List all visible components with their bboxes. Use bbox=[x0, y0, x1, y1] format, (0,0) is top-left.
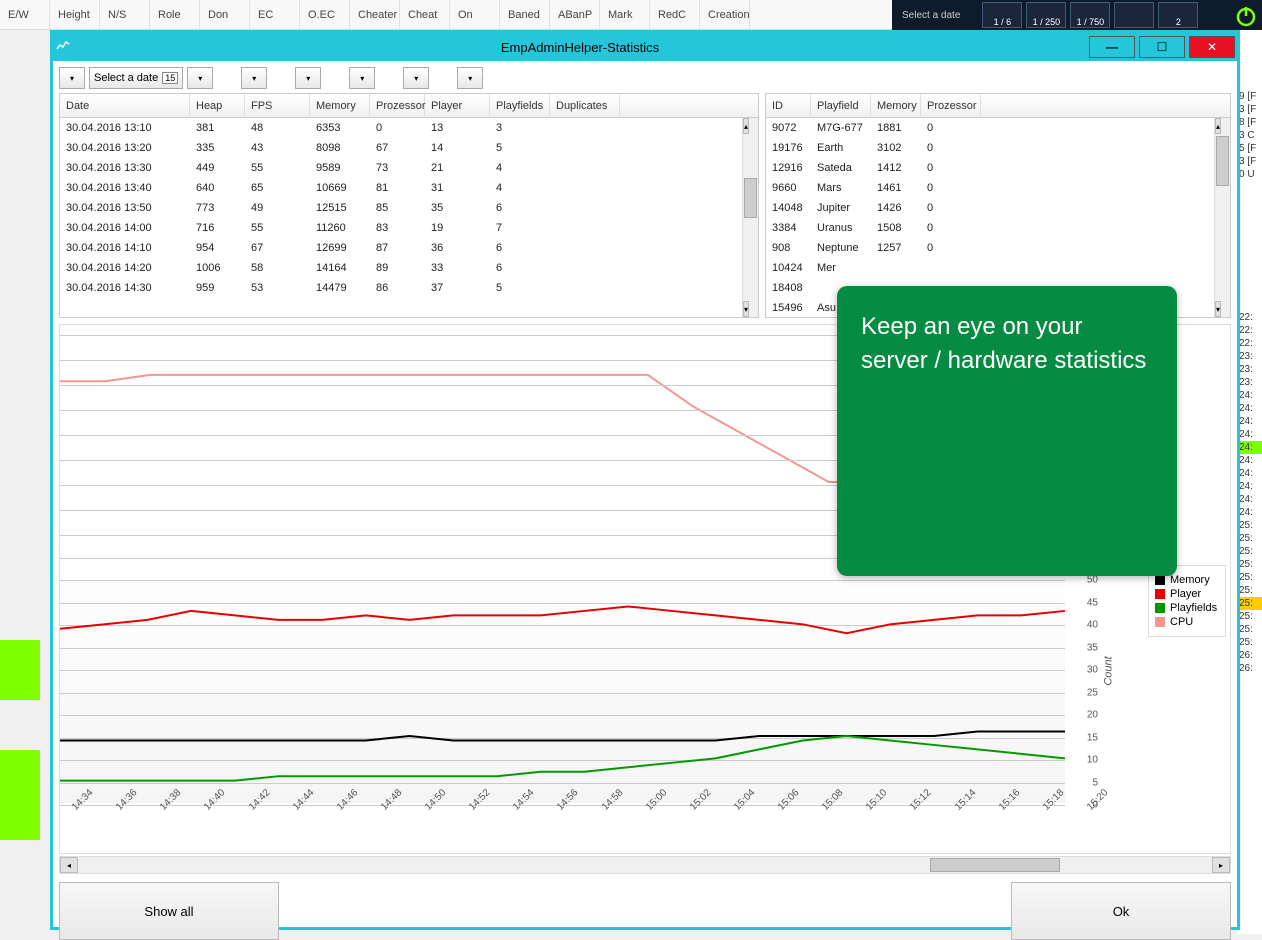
scrollbar-vertical[interactable]: ▴ ▾ bbox=[1214, 118, 1230, 317]
table-row[interactable]: 30.04.2016 14:00716551126083197 bbox=[60, 218, 758, 238]
date-selector[interactable]: Select a date 15 bbox=[89, 67, 183, 89]
titlebar: EmpAdminHelper-Statistics — ☐ ✕ bbox=[53, 33, 1237, 61]
parent-side-list: 9 [F3 [F8 [F3 C5 [F3 [F0 U22:22:22:23:23… bbox=[1237, 30, 1262, 934]
dropdown-button[interactable]: ▾ bbox=[403, 67, 429, 89]
dropdown-button[interactable]: ▾ bbox=[241, 67, 267, 89]
dropdown-button[interactable]: ▾ bbox=[295, 67, 321, 89]
info-tooltip: Keep an eye on your server / hardware st… bbox=[837, 286, 1177, 576]
minimize-button[interactable]: — bbox=[1089, 36, 1135, 58]
table-row[interactable]: 30.04.2016 14:201006581416489336 bbox=[60, 258, 758, 278]
y-axis-label: Count bbox=[1102, 656, 1114, 685]
power-icon[interactable] bbox=[1234, 4, 1258, 28]
calendar-icon: 15 bbox=[162, 72, 178, 84]
table-row[interactable]: 14048Jupiter14260 bbox=[766, 198, 1230, 218]
table-row[interactable]: 30.04.2016 13:2033543809867145 bbox=[60, 138, 758, 158]
parent-green-block bbox=[0, 750, 40, 840]
legend-item: Player bbox=[1155, 588, 1219, 600]
restore-button[interactable]: ☐ bbox=[1139, 36, 1185, 58]
filter-toolbar: ▾ Select a date 15 ▾ ▾ ▾ ▾ ▾ ▾ bbox=[59, 67, 1231, 89]
table-row[interactable]: 30.04.2016 14:30959531447986375 bbox=[60, 278, 758, 298]
playfield-grid[interactable]: IDPlayfieldMemoryProzessor 9072M7G-67718… bbox=[765, 93, 1231, 318]
dropdown-button[interactable]: ▾ bbox=[457, 67, 483, 89]
show-all-button[interactable]: Show all bbox=[59, 882, 279, 940]
table-row[interactable]: 9660Mars14610 bbox=[766, 178, 1230, 198]
table-row[interactable]: 30.04.2016 13:50773491251585356 bbox=[60, 198, 758, 218]
legend-item: CPU bbox=[1155, 616, 1219, 628]
table-row[interactable]: 3384Uranus15080 bbox=[766, 218, 1230, 238]
dropdown-button[interactable]: ▾ bbox=[349, 67, 375, 89]
close-button[interactable]: ✕ bbox=[1189, 36, 1235, 58]
ok-button[interactable]: Ok bbox=[1011, 882, 1231, 940]
chart-icon bbox=[53, 39, 73, 56]
scrollbar-vertical[interactable]: ▴ ▾ bbox=[742, 118, 758, 317]
parent-dark-panel: Select a date 1 / 61 / 2501 / 7502 bbox=[892, 0, 1262, 30]
table-row[interactable]: 30.04.2016 13:3044955958973214 bbox=[60, 158, 758, 178]
statistics-dialog: EmpAdminHelper-Statistics — ☐ ✕ ▾ Select… bbox=[50, 30, 1240, 930]
table-row[interactable]: 908Neptune12570 bbox=[766, 238, 1230, 258]
table-row[interactable]: 30.04.2016 14:10954671269987366 bbox=[60, 238, 758, 258]
window-title: EmpAdminHelper-Statistics bbox=[73, 40, 1087, 55]
dropdown-button[interactable]: ▾ bbox=[187, 67, 213, 89]
stats-grid[interactable]: DateHeapFPSMemoryProzessorPlayerPlayfiel… bbox=[59, 93, 759, 318]
table-row[interactable]: 19176Earth31020 bbox=[766, 138, 1230, 158]
legend-item: Playfields bbox=[1155, 602, 1219, 614]
table-row[interactable]: 30.04.2016 13:103814863530133 bbox=[60, 118, 758, 138]
table-row[interactable]: 10424Mer bbox=[766, 258, 1230, 278]
table-row[interactable]: 9072M7G-67718810 bbox=[766, 118, 1230, 138]
dropdown-button[interactable]: ▾ bbox=[59, 67, 85, 89]
table-row[interactable]: 30.04.2016 13:40640651066981314 bbox=[60, 178, 758, 198]
table-row[interactable]: 12916Sateda14120 bbox=[766, 158, 1230, 178]
scrollbar-horizontal[interactable]: ◂ ▸ bbox=[59, 856, 1231, 874]
parent-green-block bbox=[0, 640, 40, 700]
